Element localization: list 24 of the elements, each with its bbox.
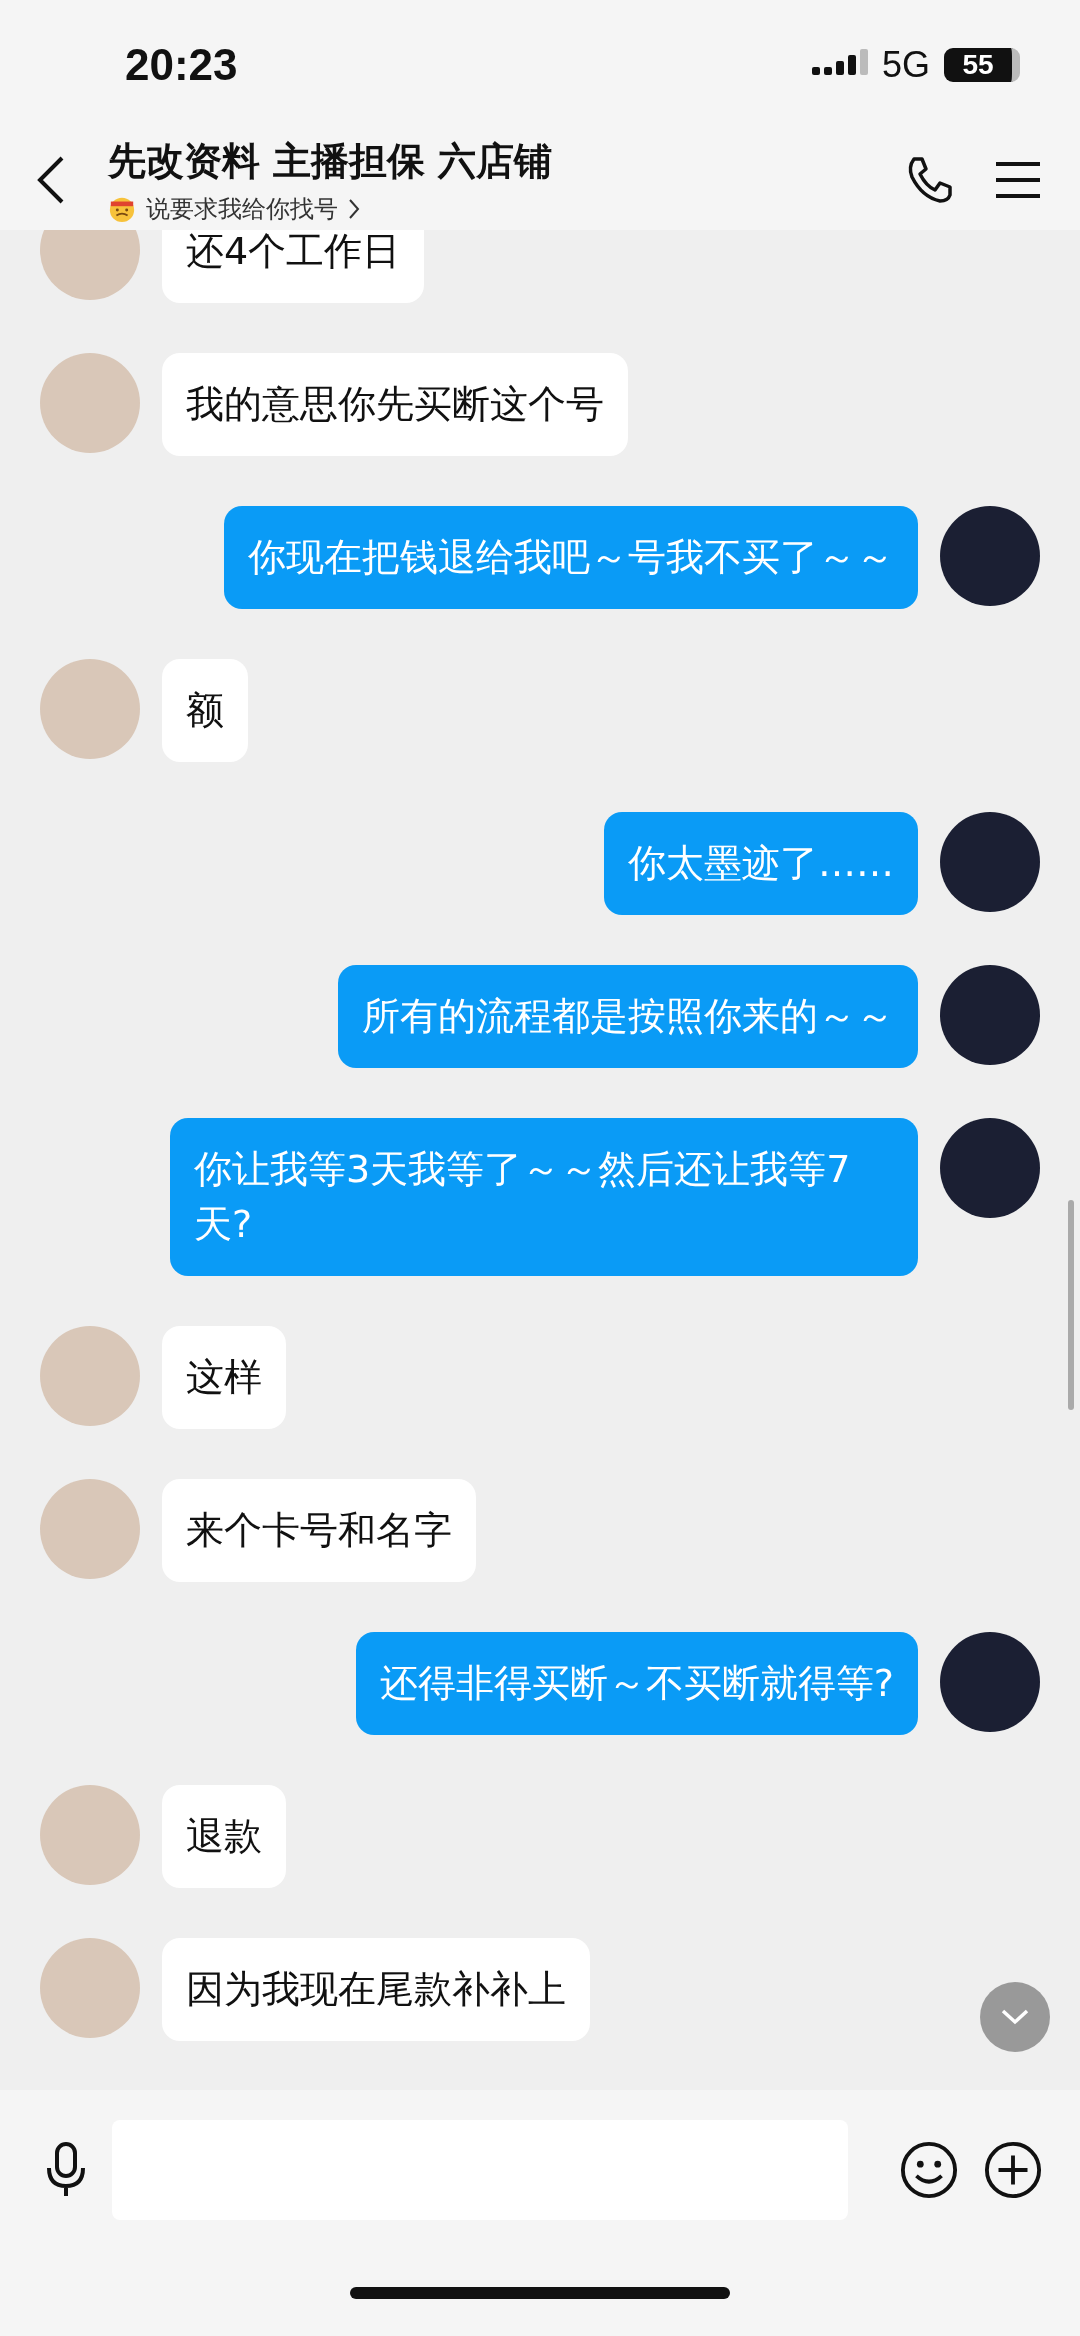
message-bubble: 额: [162, 659, 248, 762]
chevron-down-icon: [1000, 2008, 1030, 2026]
back-button[interactable]: [36, 155, 66, 205]
message-bubble: 这样: [162, 1326, 286, 1429]
message-bubble: 你让我等3天我等了～～然后还让我等7天?: [170, 1118, 918, 1276]
status-time: 20:23: [125, 40, 238, 90]
message-bubble: 来个卡号和名字: [162, 1479, 476, 1582]
chevron-icon: [348, 197, 360, 220]
message-bubble: 你太墨迹了……: [604, 812, 918, 915]
message-bubble: 因为我现在尾款补补上: [162, 1938, 590, 2041]
menu-icon[interactable]: [996, 161, 1040, 199]
message-bubble: 我的意思你先买断这个号: [162, 353, 628, 456]
chat-title: 先改资料 主播担保 六店铺: [108, 137, 554, 185]
message-bubble: 所有的流程都是按照你来的～～: [338, 965, 918, 1068]
emoji-icon[interactable]: [900, 2141, 958, 2199]
message-bubble: 你现在把钱退给我吧～号我不买了～～: [224, 506, 918, 609]
battery-icon: 55: [944, 48, 1020, 82]
network-label: 5G: [881, 44, 930, 86]
subtitle-link[interactable]: 说要求我给你找号: [108, 192, 360, 225]
message-bubble: 退款: [162, 1785, 286, 1888]
microphone-icon[interactable]: [46, 2142, 86, 2198]
message-bubble: 还得非得买断～不买断就得等?: [355, 1632, 918, 1735]
add-icon[interactable]: [984, 2141, 1042, 2199]
message-bubble: 还4个工作日: [162, 230, 425, 303]
